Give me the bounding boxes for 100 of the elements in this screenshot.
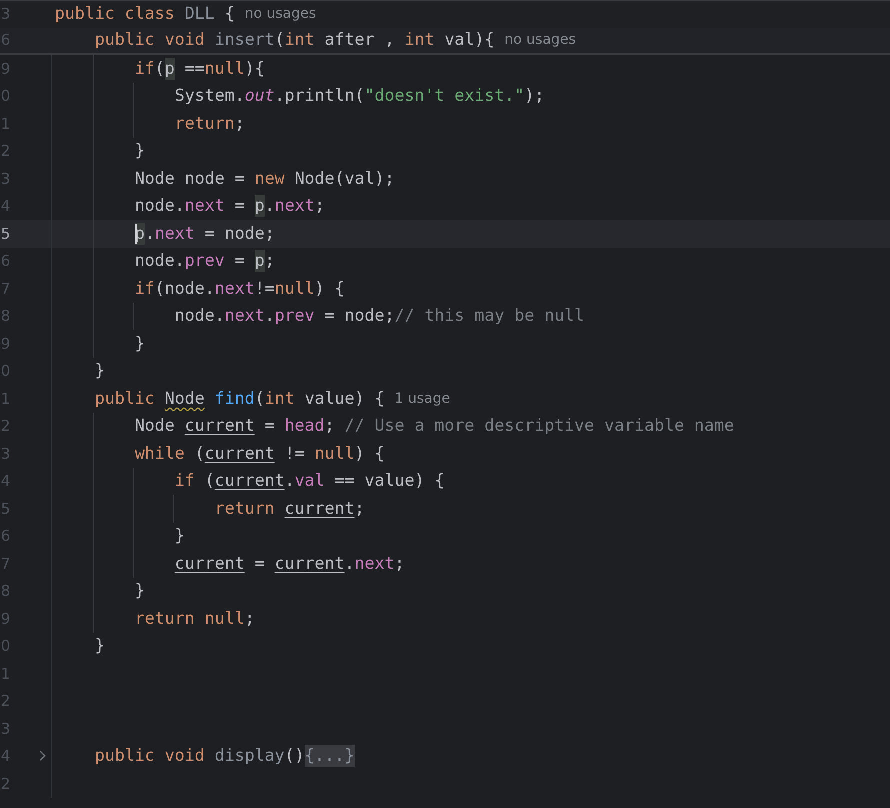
expand-chevron-icon[interactable] bbox=[38, 750, 47, 762]
code-text: . bbox=[284, 470, 295, 492]
code-text: ){ bbox=[244, 58, 265, 80]
keyword: if bbox=[134, 278, 155, 300]
code-text: ( bbox=[154, 58, 165, 80]
keyword: new bbox=[254, 168, 285, 190]
identifier: display bbox=[214, 745, 285, 768]
field-name: next bbox=[224, 305, 265, 328]
static-field: out bbox=[244, 85, 275, 108]
code-text: val){ bbox=[444, 29, 495, 52]
code-text: ; bbox=[324, 415, 336, 438]
code-text: () bbox=[284, 745, 305, 768]
field-name: val bbox=[294, 470, 325, 492]
keyword: if bbox=[174, 470, 195, 492]
code-text: ( bbox=[194, 442, 205, 465]
identifier: insert bbox=[214, 29, 275, 52]
code-text: node. bbox=[134, 195, 185, 218]
code-text: node. bbox=[174, 305, 225, 328]
usage-hint: 1 usage bbox=[394, 390, 450, 409]
keyword: public void bbox=[94, 745, 206, 768]
code-text: } bbox=[94, 360, 105, 382]
code-text: = bbox=[234, 250, 246, 272]
code-text: Node node = bbox=[134, 168, 246, 190]
variable-name: current bbox=[204, 442, 275, 465]
usage-hint: no usages bbox=[244, 5, 316, 24]
code-text: value) { bbox=[304, 388, 385, 410]
code-text: ; bbox=[314, 195, 325, 218]
code-text: ; bbox=[264, 250, 275, 272]
string-literal: "doesn't exist." bbox=[364, 85, 525, 108]
keyword: int bbox=[404, 29, 436, 52]
variable-name: current bbox=[174, 552, 245, 575]
usage-hint: no usages bbox=[504, 31, 576, 50]
code-text: . bbox=[144, 222, 155, 245]
field-name: next bbox=[154, 222, 195, 245]
folded-code[interactable]: {...} bbox=[304, 745, 355, 768]
code-text: . bbox=[344, 552, 355, 575]
keyword: public class bbox=[55, 3, 176, 26]
code-text: != bbox=[254, 278, 275, 300]
keyword: if bbox=[134, 58, 155, 80]
type-name: Node bbox=[164, 388, 205, 410]
keyword: return bbox=[174, 112, 235, 135]
code-text: = node; bbox=[204, 222, 275, 245]
keyword: null bbox=[204, 58, 245, 80]
keyword: int bbox=[284, 29, 316, 52]
code-text: ; bbox=[354, 498, 365, 520]
code-text: .println( bbox=[274, 85, 365, 108]
code-text: Node bbox=[134, 415, 176, 438]
code-text: = bbox=[254, 552, 266, 575]
variable-name: current bbox=[284, 498, 355, 520]
code-text: ; bbox=[394, 552, 405, 575]
keyword: int bbox=[264, 388, 296, 410]
keyword: public bbox=[94, 388, 156, 410]
code-text: = bbox=[234, 195, 246, 218]
variable-name: current bbox=[274, 552, 345, 575]
code-text: ) { bbox=[314, 278, 345, 300]
code-comment: // Use a more descriptive variable name bbox=[344, 415, 734, 438]
code-text: } bbox=[94, 635, 105, 658]
code-text: node. bbox=[134, 250, 185, 272]
field-name: next bbox=[354, 552, 395, 575]
code-text: } bbox=[134, 140, 145, 162]
field-name: head bbox=[284, 415, 325, 438]
code-text: = node; bbox=[324, 305, 395, 328]
method-name: find bbox=[214, 388, 255, 410]
code-text: . bbox=[264, 305, 275, 328]
field-name: prev bbox=[184, 250, 225, 272]
highlighted-identifier: p bbox=[254, 195, 265, 218]
code-text: ) { bbox=[354, 442, 385, 465]
code-text: ); bbox=[524, 85, 545, 108]
text-cursor bbox=[134, 224, 137, 244]
code-text: after , bbox=[324, 29, 396, 52]
code-text: ; bbox=[234, 112, 245, 135]
keyword: return null bbox=[134, 608, 245, 630]
variable-name: current bbox=[184, 415, 255, 438]
line-number: 5 bbox=[1, 224, 11, 243]
code-text: } bbox=[134, 332, 145, 355]
code-text: ; bbox=[244, 608, 255, 630]
code-text: == value) { bbox=[334, 470, 445, 492]
field-name: next bbox=[274, 195, 315, 218]
keyword: public void bbox=[94, 29, 206, 52]
identifier: DLL bbox=[184, 3, 215, 26]
keyword: null bbox=[274, 278, 315, 300]
keyword: while bbox=[134, 442, 185, 465]
code-text: != bbox=[284, 442, 306, 465]
keyword: return bbox=[214, 498, 276, 520]
code-text: (node. bbox=[154, 278, 215, 300]
highlighted-identifier: p bbox=[164, 58, 175, 80]
code-text: . bbox=[264, 195, 275, 218]
highlighted-identifier: p bbox=[254, 250, 265, 272]
code-text: System. bbox=[174, 85, 245, 108]
field-name: prev bbox=[274, 305, 315, 328]
code-text: } bbox=[174, 525, 185, 548]
code-text: == bbox=[184, 58, 205, 80]
code-text: { bbox=[224, 3, 235, 26]
code-text: Node(val); bbox=[294, 168, 395, 190]
code-text: ( bbox=[204, 470, 215, 492]
field-name: next bbox=[184, 195, 225, 218]
keyword: null bbox=[314, 442, 355, 465]
code-text: } bbox=[134, 580, 145, 602]
code-text: ( bbox=[274, 29, 285, 52]
variable-name: current bbox=[214, 470, 285, 492]
